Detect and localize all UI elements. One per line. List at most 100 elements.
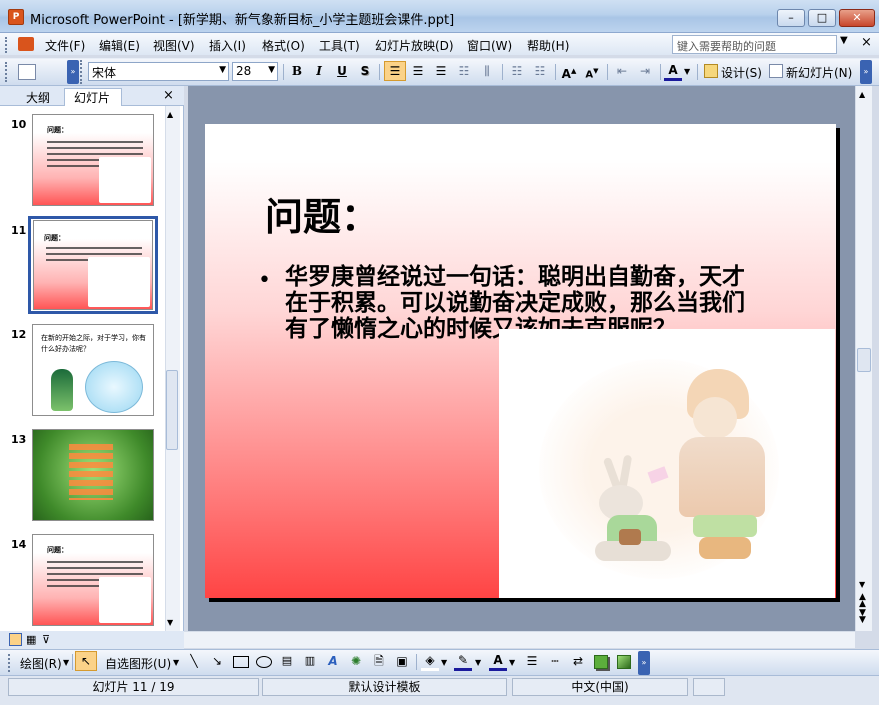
slide-thumbnail-12[interactable]: 在新的开始之际，对于学习，你有什么好办法呢？ bbox=[32, 324, 154, 416]
font-name-select[interactable]: 宋体 ▼ bbox=[88, 62, 229, 81]
font-color-dropdown-icon[interactable]: ▼ bbox=[684, 67, 690, 76]
toolbar-divider bbox=[416, 654, 417, 670]
thumb-title: 问题： bbox=[47, 126, 68, 134]
decrease-indent-icon[interactable]: ⇤ bbox=[612, 62, 632, 82]
chevron-down-icon[interactable]: ▼ bbox=[173, 658, 179, 667]
align-center-button[interactable]: ☰ bbox=[408, 62, 428, 82]
scroll-down-icon[interactable]: ▼ bbox=[167, 618, 173, 627]
line-color-icon[interactable]: ✎ bbox=[454, 651, 472, 671]
menu-edit[interactable]: 编辑(E) bbox=[99, 37, 140, 54]
tab-slides[interactable]: 幻灯片 bbox=[74, 89, 110, 106]
vertical-align-button[interactable]: ⫼ bbox=[477, 62, 497, 82]
underline-button[interactable]: U bbox=[333, 62, 351, 82]
powerpoint-app-icon[interactable]: P bbox=[8, 9, 24, 25]
3d-style-icon[interactable] bbox=[617, 655, 631, 669]
slideshow-view-icon[interactable]: ⊽ bbox=[42, 633, 50, 646]
help-dropdown-icon[interactable]: ▼ bbox=[840, 35, 848, 46]
menu-view[interactable]: 视图(V) bbox=[153, 37, 195, 54]
toolbar-grip[interactable] bbox=[5, 62, 8, 82]
toolbar-grip-2[interactable] bbox=[80, 60, 83, 84]
status-template-name[interactable]: 默认设计模板 bbox=[262, 678, 507, 696]
slide-number: 10 bbox=[11, 118, 27, 131]
diagram-icon[interactable]: ✺ bbox=[347, 652, 365, 672]
clipart-icon[interactable]: 🗎 bbox=[370, 652, 388, 672]
fill-color-icon[interactable]: ◈ bbox=[421, 651, 439, 671]
align-right-button[interactable]: ☰ bbox=[431, 62, 451, 82]
scroll-up-icon[interactable]: ▲ bbox=[167, 110, 173, 119]
toolbar-overflow-icon[interactable]: » bbox=[860, 60, 872, 84]
line-tool-icon[interactable]: ╲ bbox=[184, 652, 204, 672]
thumb-title: 问题： bbox=[44, 234, 65, 242]
wordart-icon[interactable]: A bbox=[324, 652, 342, 672]
slide-thumbnail-10[interactable]: 问题： bbox=[32, 114, 154, 206]
normal-view-icon[interactable] bbox=[9, 633, 22, 646]
shadow-style-icon[interactable] bbox=[594, 655, 608, 669]
arrow-tool-icon[interactable]: ↘ bbox=[207, 652, 227, 672]
menubar-grip[interactable] bbox=[5, 37, 8, 53]
slide-thumbnail-13[interactable] bbox=[32, 429, 154, 521]
chevron-down-icon[interactable]: ▼ bbox=[63, 658, 69, 667]
distribute-button[interactable]: ☷ bbox=[454, 62, 474, 82]
oval-tool-icon[interactable] bbox=[256, 656, 272, 668]
help-search-input[interactable]: 键入需要帮助的问题 bbox=[672, 35, 837, 54]
slide-title[interactable]: 问题： bbox=[265, 186, 379, 241]
maximize-button[interactable]: □ bbox=[808, 9, 836, 27]
menu-slideshow[interactable]: 幻灯片放映(D) bbox=[375, 37, 454, 54]
rectangle-tool-icon[interactable] bbox=[233, 656, 249, 668]
scrollbar-thumb[interactable] bbox=[857, 348, 871, 372]
slides-pane-scrollbar[interactable] bbox=[165, 106, 180, 631]
vertical-textbox-icon[interactable]: ▥ bbox=[301, 652, 319, 672]
slide-thumbnail-11[interactable]: 问题： bbox=[33, 220, 153, 310]
minimize-button[interactable]: – bbox=[777, 9, 805, 27]
toolbar-options-icon[interactable]: » bbox=[67, 60, 79, 84]
font-size-select[interactable]: 28 ▼ bbox=[232, 62, 278, 81]
canvas-horizontal-scrollbar[interactable] bbox=[184, 631, 855, 648]
draw-font-color-button[interactable]: A bbox=[489, 651, 507, 671]
next-slide-icon[interactable]: ▼ ▼ bbox=[859, 609, 866, 625]
chevron-down-icon[interactable]: ▼ bbox=[475, 658, 481, 667]
slide-sorter-icon[interactable]: ▦ bbox=[26, 633, 36, 646]
chevron-down-icon[interactable]: ▼ bbox=[509, 658, 515, 667]
menu-help[interactable]: 帮助(H) bbox=[527, 37, 569, 54]
increase-indent-icon[interactable]: ⇥ bbox=[635, 62, 655, 82]
girl-and-rabbit-picture[interactable] bbox=[499, 329, 835, 598]
new-document-icon[interactable] bbox=[18, 64, 36, 80]
tab-outline[interactable]: 大纲 bbox=[26, 89, 50, 106]
increase-font-icon[interactable]: A▲ bbox=[559, 62, 579, 82]
bullets-icon[interactable]: ☷ bbox=[530, 62, 550, 82]
draw-menu-button[interactable]: 绘图(R) bbox=[20, 655, 62, 672]
document-icon[interactable] bbox=[18, 37, 34, 51]
close-document-button[interactable]: × bbox=[861, 35, 872, 50]
design-button[interactable]: 设计(S) bbox=[721, 64, 762, 81]
select-objects-icon[interactable]: ↖ bbox=[75, 651, 97, 671]
textbox-icon[interactable]: ▤ bbox=[278, 652, 296, 672]
scroll-up-icon[interactable]: ▲ bbox=[859, 90, 865, 99]
arrow-style-icon[interactable]: ⇄ bbox=[568, 652, 588, 672]
chevron-down-icon[interactable]: ▼ bbox=[441, 658, 447, 667]
font-color-button[interactable]: A bbox=[664, 61, 682, 81]
shadow-button[interactable]: S bbox=[356, 62, 374, 82]
scroll-down-icon[interactable]: ▼ bbox=[859, 580, 865, 589]
close-window-button[interactable]: ✕ bbox=[839, 9, 875, 27]
numbering-icon[interactable]: ☷ bbox=[507, 62, 527, 82]
menu-file[interactable]: 文件(F) bbox=[45, 37, 85, 54]
toolbar-overflow-icon[interactable]: » bbox=[638, 651, 650, 675]
decrease-font-icon[interactable]: A▼ bbox=[582, 62, 602, 82]
menu-tools[interactable]: 工具(T) bbox=[319, 37, 360, 54]
scrollbar-thumb[interactable] bbox=[166, 370, 178, 450]
line-style-icon[interactable]: ☰ bbox=[522, 652, 542, 672]
menu-format[interactable]: 格式(O) bbox=[262, 37, 305, 54]
slide-thumbnail-14[interactable]: 问题： bbox=[32, 534, 154, 626]
bold-button[interactable]: B bbox=[288, 62, 306, 82]
pane-close-button[interactable]: × bbox=[163, 88, 174, 103]
menu-window[interactable]: 窗口(W) bbox=[467, 37, 512, 54]
autoshapes-button[interactable]: 自选图形(U) bbox=[105, 655, 171, 672]
align-left-button[interactable]: ☰ bbox=[384, 61, 406, 81]
dash-style-icon[interactable]: ┅ bbox=[545, 652, 565, 672]
toolbar-grip[interactable] bbox=[8, 654, 11, 672]
previous-slide-icon[interactable]: ▲ ▲ bbox=[859, 593, 866, 609]
italic-button[interactable]: I bbox=[310, 62, 328, 82]
new-slide-button[interactable]: 新幻灯片(N) bbox=[786, 64, 852, 81]
insert-picture-icon[interactable]: ▣ bbox=[393, 652, 411, 672]
menu-insert[interactable]: 插入(I) bbox=[209, 37, 246, 54]
